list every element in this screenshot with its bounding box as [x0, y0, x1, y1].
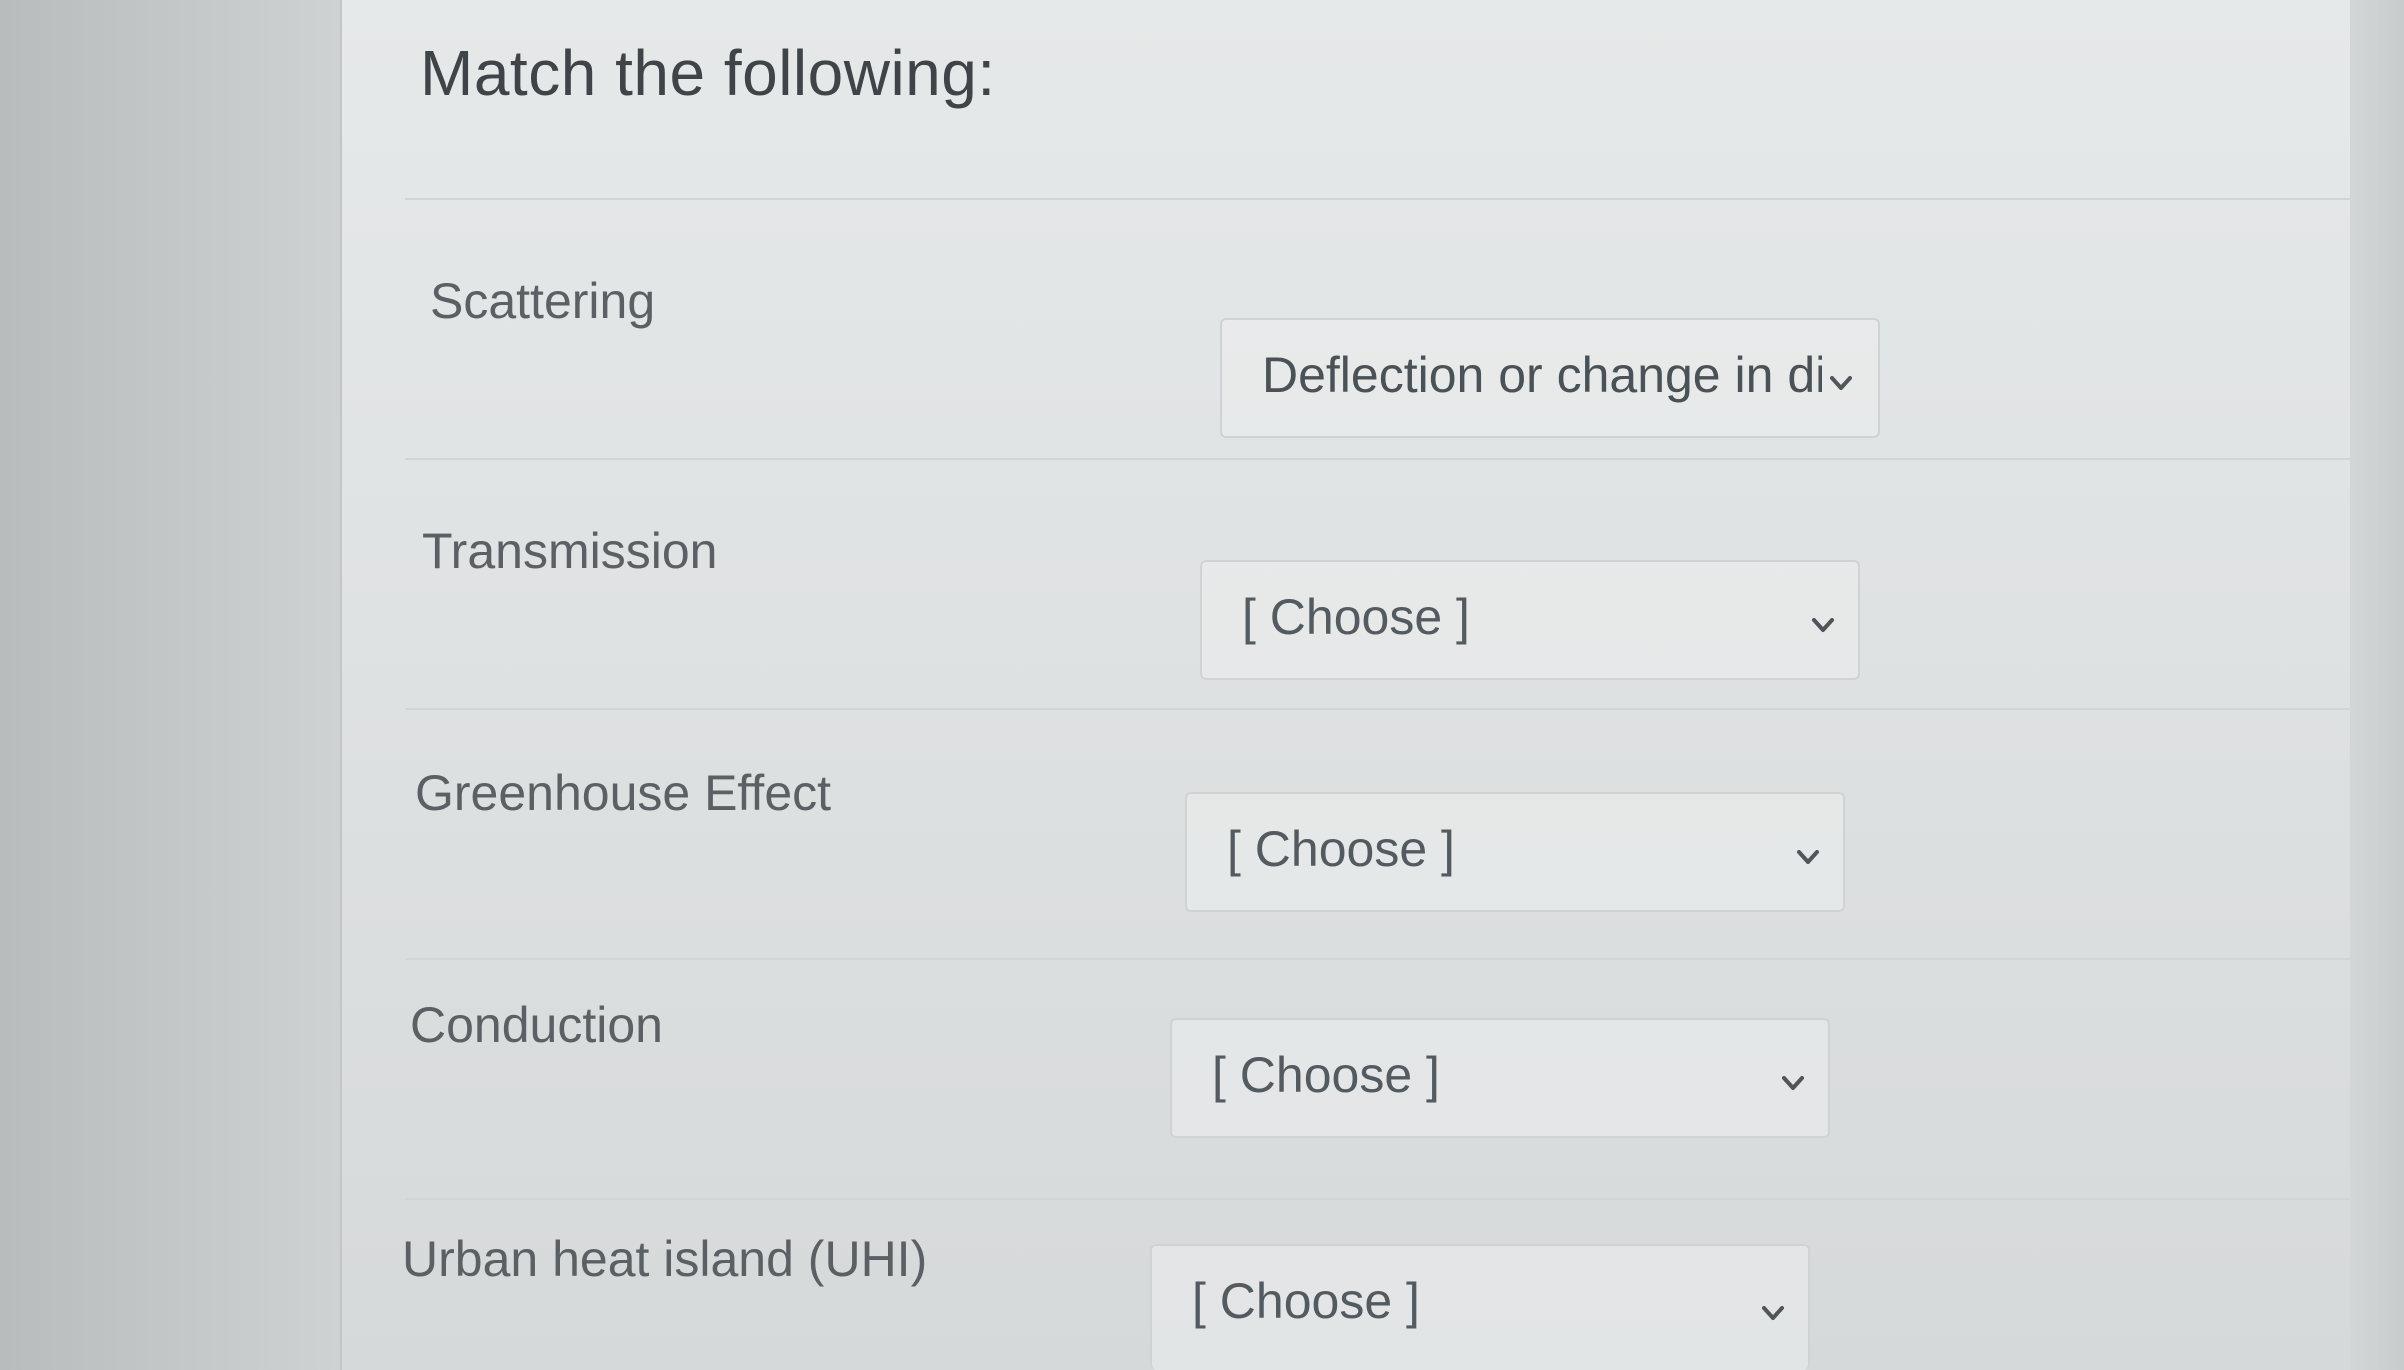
chevron-down-icon: [1826, 368, 1856, 398]
chevron-down-icon: [1778, 1068, 1808, 1098]
match-select-urban-heat-island[interactable]: [ Choose ]: [1150, 1244, 1810, 1370]
divider: [405, 708, 2350, 710]
match-select-conduction[interactable]: [ Choose ]: [1170, 1018, 1830, 1138]
match-term-urban-heat-island: Urban heat island (UHI): [402, 1231, 928, 1287]
question-panel: [340, 0, 2352, 1370]
chevron-down-icon: [1793, 842, 1823, 872]
select-value: [ Choose ]: [1192, 1273, 1420, 1329]
divider: [405, 1198, 2350, 1200]
chevron-down-icon: [1808, 610, 1838, 640]
divider: [405, 958, 2350, 960]
select-value: Deflection or change in di: [1262, 347, 1822, 403]
match-term-conduction: Conduction: [410, 997, 663, 1053]
divider: [405, 458, 2350, 460]
question-title: Match the following:: [420, 37, 996, 109]
right-gutter: [2350, 0, 2404, 1370]
select-value: [ Choose ]: [1212, 1047, 1440, 1103]
match-term-greenhouse-effect: Greenhouse Effect: [415, 765, 832, 821]
match-select-greenhouse-effect[interactable]: [ Choose ]: [1185, 792, 1845, 912]
select-value: [ Choose ]: [1242, 589, 1470, 645]
match-select-scattering[interactable]: Deflection or change in di: [1220, 318, 1880, 438]
match-term-transmission: Transmission: [422, 523, 718, 579]
select-value: [ Choose ]: [1227, 821, 1455, 877]
match-select-transmission[interactable]: [ Choose ]: [1200, 560, 1860, 680]
chevron-down-icon: [1758, 1298, 1788, 1328]
left-gutter: [0, 0, 340, 1370]
match-term-scattering: Scattering: [430, 273, 656, 329]
divider: [405, 198, 2350, 200]
